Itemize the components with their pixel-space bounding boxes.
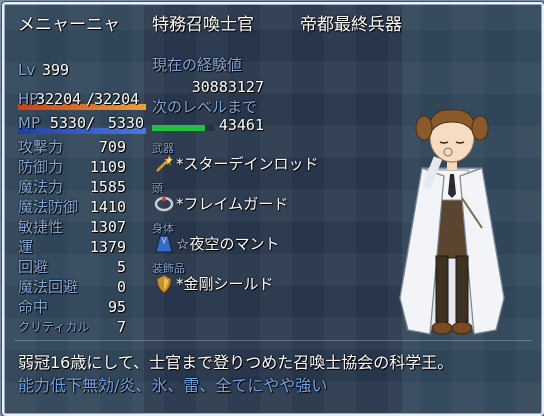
character-title: 帝都最終兵器 <box>300 15 402 35</box>
cloak-icon <box>154 234 174 254</box>
param-label: 魔法回避 <box>18 278 79 296</box>
param-label: 回避 <box>18 258 49 276</box>
param-label: 命中 <box>18 298 49 316</box>
param-value: 7 <box>116 318 126 336</box>
param-value: 1307 <box>89 218 126 236</box>
level-label: Lv <box>18 61 36 79</box>
param-label: 魔法力 <box>18 178 64 196</box>
param-label: 攻撃力 <box>18 138 64 156</box>
mp-label: MP <box>18 114 40 132</box>
character-name: メニャーニャ <box>18 15 120 35</box>
character-sprite <box>399 109 505 335</box>
exp-next-label: 次のレベルまで <box>152 98 258 116</box>
description-line-2: 能力低下無効/炎、氷、雷、全てにやや強い <box>18 376 328 395</box>
param-label: 防御力 <box>18 158 64 176</box>
mp-separator: / <box>86 114 96 132</box>
param-value: 1379 <box>89 238 126 256</box>
mp-current: 5330 <box>49 114 86 132</box>
shield-icon <box>154 274 174 294</box>
staff-icon <box>154 154 174 174</box>
description-line-1: 弱冠16歳にして、士官まで登りつめた召喚士協会の科学王。 <box>18 353 454 372</box>
param-value: 1109 <box>89 158 126 176</box>
equip-item-name: ☆夜空のマント <box>176 235 280 253</box>
status-window: メニャーニャ 特務召喚士官 帝都最終兵器 Lv 399 HP 32204 / 3… <box>2 2 544 416</box>
equip-item-name: *フレイムガード <box>176 195 289 213</box>
exp-next-value: 43461 <box>218 116 264 134</box>
equip-item-name: *スターデインロッド <box>176 155 319 173</box>
param-value: 709 <box>98 138 126 156</box>
description-divider <box>14 340 532 341</box>
param-value: 5 <box>116 258 126 276</box>
equip-item-name: *金剛シールド <box>176 275 274 293</box>
hp-current: 32204 <box>36 90 82 108</box>
hp-max: 32204 <box>94 90 140 108</box>
circlet-icon <box>154 194 174 214</box>
level-value: 399 <box>42 61 70 79</box>
param-label: 敏捷性 <box>18 218 64 236</box>
param-label: 運 <box>18 238 34 256</box>
param-label: 魔法防御 <box>18 198 79 216</box>
exp-gauge <box>152 125 214 131</box>
param-value: 0 <box>116 278 126 296</box>
exp-current-label: 現在の経験値 <box>152 56 243 74</box>
param-value: 1410 <box>89 198 126 216</box>
exp-gauge-fill <box>152 125 205 131</box>
param-value: 1585 <box>89 178 126 196</box>
mp-max: 5330 <box>107 114 144 132</box>
param-value: 95 <box>107 298 126 316</box>
character-class: 特務召喚士官 <box>152 15 254 35</box>
exp-current-value: 30883127 <box>191 78 264 96</box>
